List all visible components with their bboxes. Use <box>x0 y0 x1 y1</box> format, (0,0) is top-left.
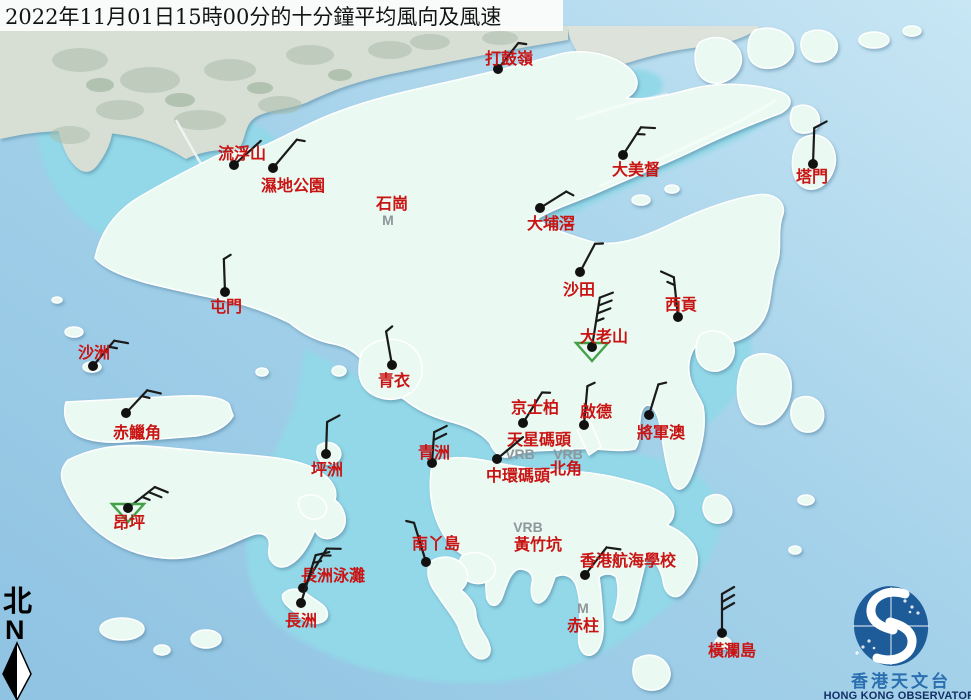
station-dot <box>492 454 502 464</box>
station-dot <box>580 570 590 580</box>
title-bar: 2022年11月01日15時00分的十分鐘平均風向及風速 <box>0 0 563 31</box>
station-dot <box>518 418 528 428</box>
station-label-tap-mun: 塔門 <box>796 167 828 186</box>
hko-wind-map-page: 打鼓嶺流浮山濕地公園大美督塔門M石崗大埔滘沙田屯門西貢沙洲大老山青衣赤鱲角京士柏… <box>0 0 971 700</box>
station-dot <box>88 361 98 371</box>
wind-barb-tick-full <box>641 127 655 128</box>
wind-barb-tick-half <box>297 140 305 141</box>
station-label-sha-chau: 沙洲 <box>78 343 110 362</box>
station-label-tai-po-kau: 大埔滘 <box>527 214 575 233</box>
station-label-cheung-chau: 長洲 <box>285 611 317 630</box>
station-dot <box>575 267 585 277</box>
station-marker-m: M <box>382 212 394 228</box>
station-label-lamma-island: 南丫島 <box>412 534 460 553</box>
station-label-waglan-island: 橫瀾島 <box>708 641 756 660</box>
station-label-tsing-yi: 青衣 <box>378 371 410 390</box>
station-label-lau-fau-shan: 流浮山 <box>218 144 266 163</box>
station-dot <box>421 557 431 567</box>
station-label-chek-lap-kok: 赤鱲角 <box>113 423 161 442</box>
station-dot <box>268 163 278 173</box>
landmass-po-toi <box>633 655 670 690</box>
landmass-ma-wan <box>332 366 346 376</box>
station-dot <box>220 287 230 297</box>
station-dot <box>579 420 589 430</box>
station-label-tseung-kwan-o: 將軍澳 <box>637 423 686 442</box>
station-label-stanley: 赤柱 <box>567 616 599 635</box>
wind-barb-staff <box>813 128 814 164</box>
station-label-wetland-park: 濕地公園 <box>261 176 325 195</box>
wind-barb-tick-half <box>109 347 117 348</box>
station-dot <box>717 628 727 638</box>
station-label-peng-chau: 坪洲 <box>311 460 343 479</box>
station-dot <box>644 410 654 420</box>
station-label-tai-mei-tuk: 大美督 <box>612 160 660 179</box>
compass-north-letter: N <box>5 615 25 645</box>
station-label-wong-chuk-hang: 黃竹坑 <box>513 535 562 554</box>
station-dot <box>296 598 306 608</box>
station-label-kings-park: 京士柏 <box>511 398 559 417</box>
station-dot <box>387 360 397 370</box>
wind-barb-tick-half <box>518 43 526 44</box>
station-label-sha-tin: 沙田 <box>563 280 595 299</box>
station-dot <box>123 503 133 513</box>
station-label-sai-kung: 西貢 <box>665 295 697 314</box>
hko-logo-english: HONG KONG OBSERVATORY <box>824 690 971 700</box>
station-label-central-pier: 中環碼頭 <box>486 466 551 485</box>
station-label-tates-cairn: 大老山 <box>580 327 628 346</box>
map-title: 2022年11月01日15時00分的十分鐘平均風向及風速 <box>5 5 501 29</box>
station-marker-vrb: VRB <box>513 519 543 535</box>
station-north-point: VRB北角 <box>550 446 583 478</box>
station-label-ngong-ping: 昂坪 <box>113 513 145 532</box>
station-label-ta-kwu-ling: 打鼓嶺 <box>485 49 533 68</box>
station-dot <box>121 408 131 418</box>
compass-north-hanzi: 北 <box>3 584 32 618</box>
station-label-north-point: 北角 <box>550 459 582 478</box>
hko-logo-chinese: 香港天文台 <box>851 671 951 692</box>
station-label-tuen-mun: 屯門 <box>210 297 242 316</box>
station-marker-m: M <box>577 600 589 616</box>
station-label-hk-sea-school: 香港航海學校 <box>579 551 677 570</box>
station-dot <box>535 203 545 213</box>
station-label-green-island: 青洲 <box>418 443 450 462</box>
station-label-kai-tak: 啟德 <box>580 402 612 421</box>
landmass-tung-lung <box>703 495 732 524</box>
station-dot <box>618 150 628 160</box>
hk-wind-map: 打鼓嶺流浮山濕地公園大美督塔門M石崗大埔滘沙田屯門西貢沙洲大老山青衣赤鱲角京士柏… <box>0 0 971 700</box>
station-label-shek-kong: 石崗 <box>375 194 408 213</box>
station-dot <box>321 449 331 459</box>
